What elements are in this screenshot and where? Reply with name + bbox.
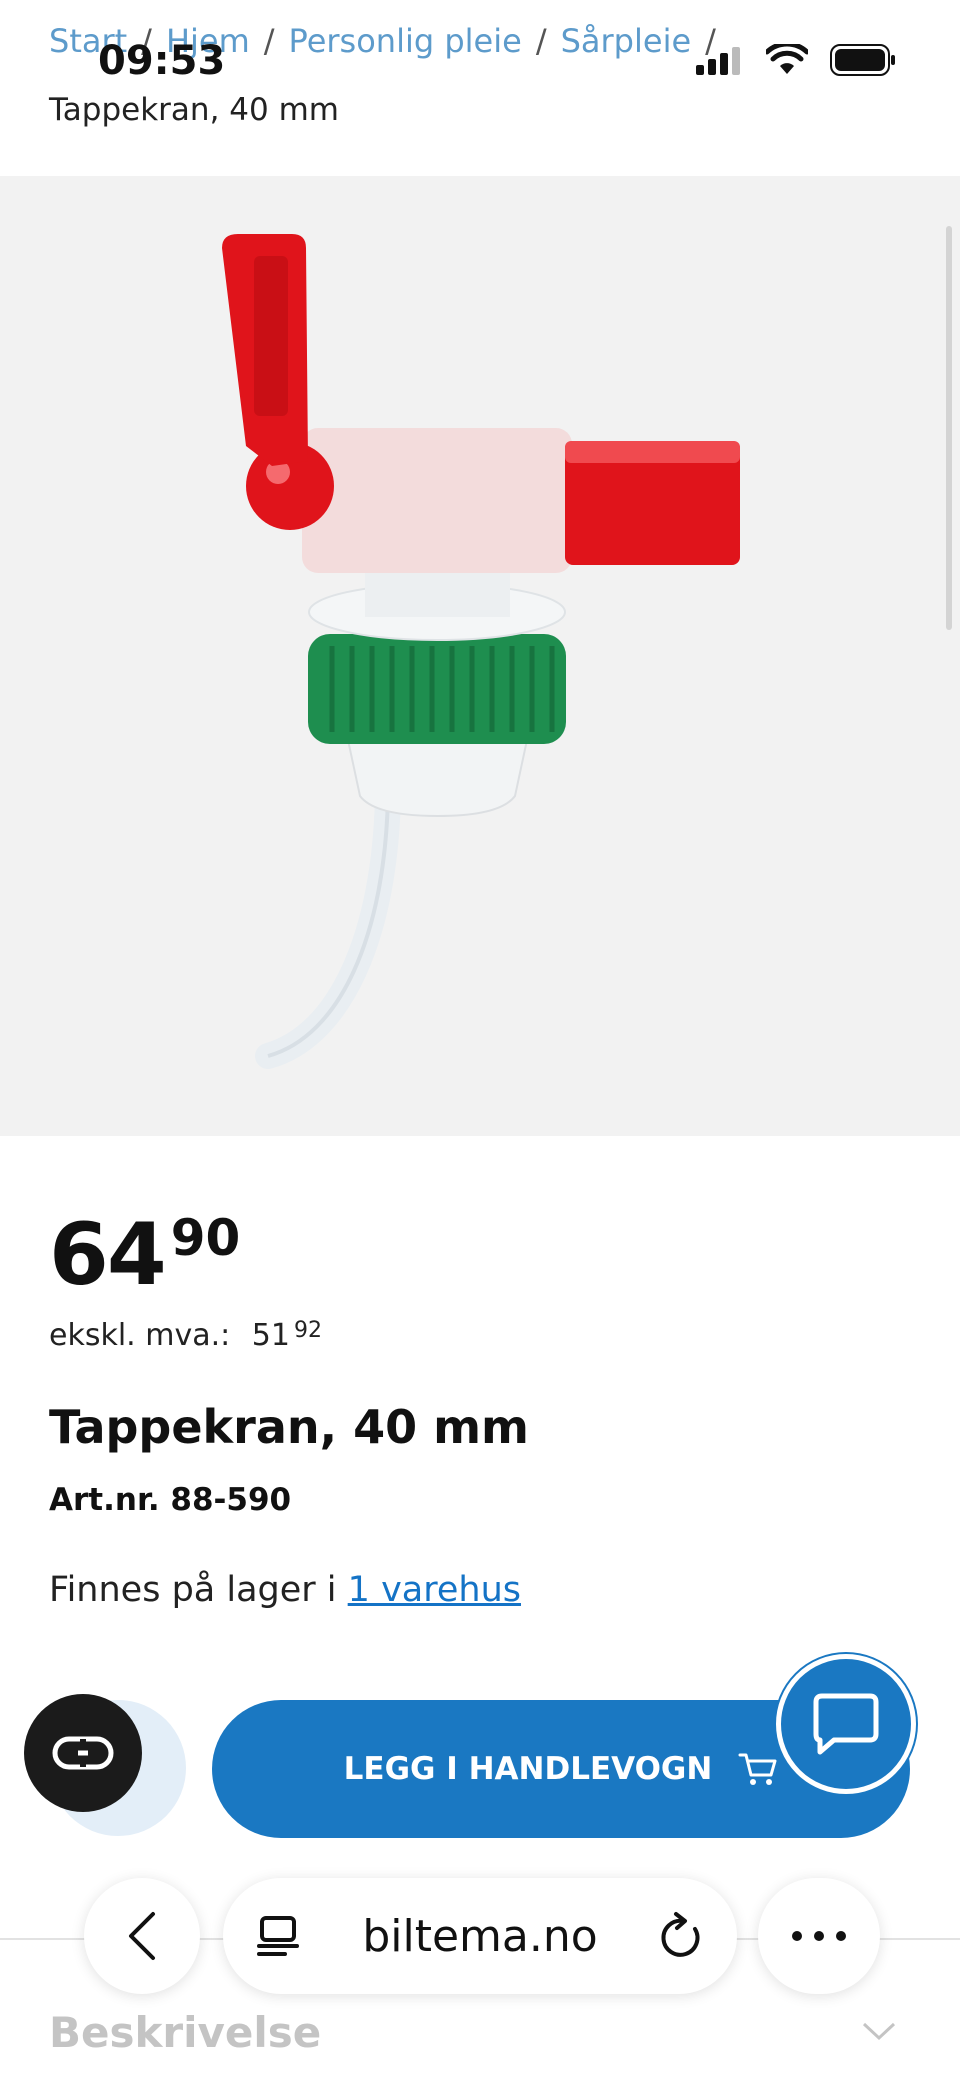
- status-icons: [696, 44, 896, 76]
- signal-icon: [696, 47, 740, 75]
- battery-icon: [830, 44, 895, 76]
- stock-text: Finnes på lager i: [49, 1570, 337, 1610]
- more-icon: [792, 1931, 846, 1941]
- stock-status: Finnes på lager i 1 varehus: [49, 1570, 521, 1610]
- url-text[interactable]: biltema.no: [362, 1911, 597, 1962]
- chevron-left-icon: [129, 1912, 155, 1960]
- more-button[interactable]: [758, 1878, 880, 1994]
- price: 64 90: [49, 1205, 240, 1305]
- breadcrumb-separator: /: [535, 22, 547, 60]
- tap-illustration: [222, 234, 740, 1069]
- breadcrumb-separator: /: [263, 22, 275, 60]
- reload-icon[interactable]: [659, 1911, 705, 1961]
- breadcrumb-current: Tappekran, 40 mm: [49, 92, 339, 128]
- price-ex-vat: ekskl. mva.: 51 92: [49, 1318, 322, 1353]
- back-button[interactable]: [84, 1878, 200, 1994]
- address-bar[interactable]: biltema.no: [223, 1878, 737, 1994]
- breadcrumb-personlig-pleie[interactable]: Personlig pleie: [289, 22, 522, 60]
- chat-button[interactable]: [776, 1654, 916, 1794]
- price-integer: 64: [49, 1205, 167, 1305]
- status-time: 09:53: [98, 38, 226, 84]
- wifi-icon: [766, 44, 808, 74]
- add-to-cart-label: LEGG I HANDLEVOGN: [343, 1751, 713, 1787]
- product-image[interactable]: [0, 176, 960, 1136]
- reader-mode-button[interactable]: [24, 1694, 142, 1812]
- price-decimal: 90: [170, 1209, 241, 1267]
- ex-vat-integer: 51: [251, 1318, 290, 1353]
- tabs-icon[interactable]: [255, 1913, 301, 1959]
- description-heading[interactable]: Beskrivelse: [49, 2008, 321, 2057]
- product-title: Tappekran, 40 mm: [49, 1400, 529, 1454]
- cart-icon: [738, 1753, 777, 1785]
- article-number: Art.nr. 88-590: [49, 1482, 292, 1518]
- chevron-down-icon[interactable]: [862, 2022, 896, 2042]
- reader-icon: [52, 1736, 114, 1770]
- image-scrollbar[interactable]: [946, 226, 952, 630]
- breadcrumb-sarpleie[interactable]: Sårpleie: [561, 22, 692, 60]
- stock-store-link[interactable]: 1 varehus: [348, 1570, 521, 1610]
- chat-icon: [813, 1693, 879, 1755]
- ex-vat-decimal: 92: [293, 1318, 322, 1343]
- ex-vat-label: ekskl. mva.:: [49, 1318, 231, 1353]
